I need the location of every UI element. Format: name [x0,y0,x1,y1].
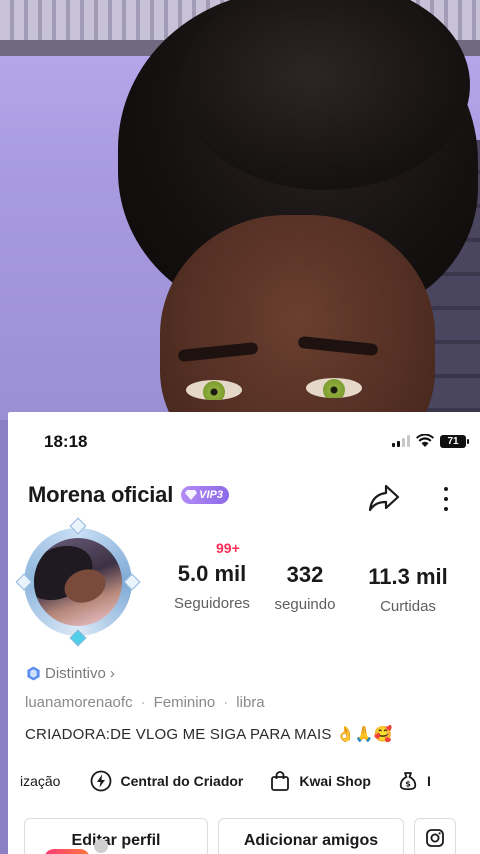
eye-right [306,378,362,398]
status-bar-icons: 71 [392,434,469,448]
vip-badge[interactable]: VIP3 [181,486,229,504]
wifi-icon [416,434,434,447]
likes-label: Curtidas [380,598,436,615]
profile-name-row: Morena oficial VIP3 [28,482,229,508]
distintivo-link[interactable]: Distintivo › [26,665,115,682]
tool-label: Central do Criador [120,773,244,789]
instagram-button[interactable] [414,818,456,854]
eye-left [186,380,242,400]
distintivo-label: Distintivo [45,665,106,682]
vip-label: VIP3 [199,489,223,501]
profile-actions: Editar perfil Adicionar amigos [24,818,456,854]
stat-following[interactable]: 332 seguindo [262,562,348,613]
likes-count: 11.3 mil [368,564,448,589]
add-friends-button[interactable]: Adicionar amigos [218,818,404,854]
notification-badge: 99+ [216,540,240,556]
stat-followers[interactable]: 5.0 mil Seguidores [156,561,268,612]
hexagon-badge-icon [27,666,40,681]
tool-label: I [426,773,431,789]
shopping-bag-icon [271,771,290,791]
profile-screenshot-card: 18:18 71 Morena oficial VIP3 99+ 5.0 mil… [8,412,480,854]
signal-icon [392,435,410,447]
battery-icon: 71 [440,434,469,448]
zodiac-sign: libra [236,694,265,711]
tool-label: Kwai Shop [299,773,371,789]
gender: Feminino [153,694,216,711]
lightning-icon [91,770,112,792]
tool-personalizacao[interactable]: ização [20,773,60,789]
creator-tools-bar: ização Central do Criador Kwai Shop $ I [8,764,480,798]
chevron-right-icon: › [109,665,115,682]
avatar-frame[interactable] [15,517,141,652]
profile-name: Morena oficial [28,482,174,507]
avatar [34,538,122,626]
followers-count: 5.0 mil [177,561,247,586]
cover-photo [0,0,480,420]
stat-likes[interactable]: 11.3 mil Curtidas [360,564,456,615]
tool-central-do-criador[interactable]: Central do Criador [90,770,243,792]
followers-label: Seguidores [174,595,250,612]
tool-earnings[interactable]: $ I [397,770,431,792]
profile-meta: luanamorenaofc · Feminino · libra [25,694,265,711]
instagram-icon [426,829,444,847]
profile-bio: CRIADORA:DE VLOG ME SIGA PARA MAIS 👌🙏🥰 [25,726,393,743]
share-icon[interactable] [368,482,400,514]
edit-indicator-dot [94,839,108,853]
following-count: 332 [286,562,324,587]
tool-kwai-shop[interactable]: Kwai Shop [269,770,371,792]
money-bag-icon: $ [399,772,417,791]
tool-label: ização [20,773,61,789]
following-label: seguindo [274,596,336,613]
diamond-icon [185,490,198,500]
svg-text:$: $ [405,780,411,789]
username: luanamorenaofc [25,694,133,711]
story-ring-fragment [44,849,90,854]
status-time: 18:18 [44,432,88,451]
more-options-icon[interactable] [436,484,456,514]
